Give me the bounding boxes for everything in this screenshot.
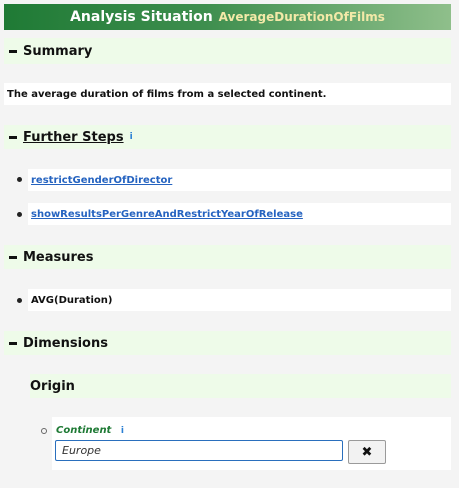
info-icon[interactable]: i [130, 132, 133, 142]
continent-label: Continent i [56, 425, 124, 436]
bullet-icon [17, 298, 22, 303]
collapse-icon [9, 341, 17, 345]
collapse-icon [9, 255, 17, 259]
measures-section-header[interactable]: Measures [4, 245, 451, 269]
further-step-item: showResultsPerGenreAndRestrictYearOfRele… [28, 203, 451, 225]
page-header: Analysis Situation AverageDurationOfFilm… [4, 4, 451, 30]
continent-label-text: Continent [56, 425, 112, 436]
measure-item: AVG(Duration) [28, 289, 451, 311]
bullet-icon [17, 177, 22, 182]
summary-section-header[interactable]: Summary [4, 38, 451, 64]
clear-button[interactable]: ✖ [348, 440, 386, 464]
dimensions-heading: Dimensions [23, 335, 108, 351]
continent-input-value: Europe [62, 444, 101, 457]
further-step-item: restrictGenderOfDirector [28, 169, 451, 191]
collapse-icon [9, 135, 17, 139]
measures-heading: Measures [23, 249, 94, 265]
further-step-link-restrict-gender[interactable]: restrictGenderOfDirector [31, 175, 172, 186]
collapse-icon [9, 49, 17, 53]
further-steps-heading[interactable]: Further Steps [23, 130, 124, 145]
origin-heading: Origin [30, 378, 75, 394]
origin-subsection-header[interactable]: Origin [30, 374, 451, 398]
page-title: Analysis Situation [70, 9, 213, 25]
bullet-icon [17, 212, 22, 217]
dimensions-section-header[interactable]: Dimensions [4, 331, 451, 355]
close-icon: ✖ [361, 444, 373, 460]
further-step-link-show-results[interactable]: showResultsPerGenreAndRestrictYearOfRele… [31, 209, 303, 220]
continent-input[interactable]: Europe [55, 440, 343, 461]
measure-text: AVG(Duration) [31, 294, 113, 306]
summary-heading: Summary [23, 43, 93, 59]
summary-text: The average duration of films from a sel… [7, 88, 327, 100]
summary-text-box: The average duration of films from a sel… [4, 83, 451, 105]
further-steps-section-header[interactable]: Further Steps i [4, 125, 451, 149]
hollow-bullet-icon [41, 428, 47, 434]
page-subtitle: AverageDurationOfFilms [218, 10, 385, 24]
info-icon[interactable]: i [121, 426, 124, 436]
